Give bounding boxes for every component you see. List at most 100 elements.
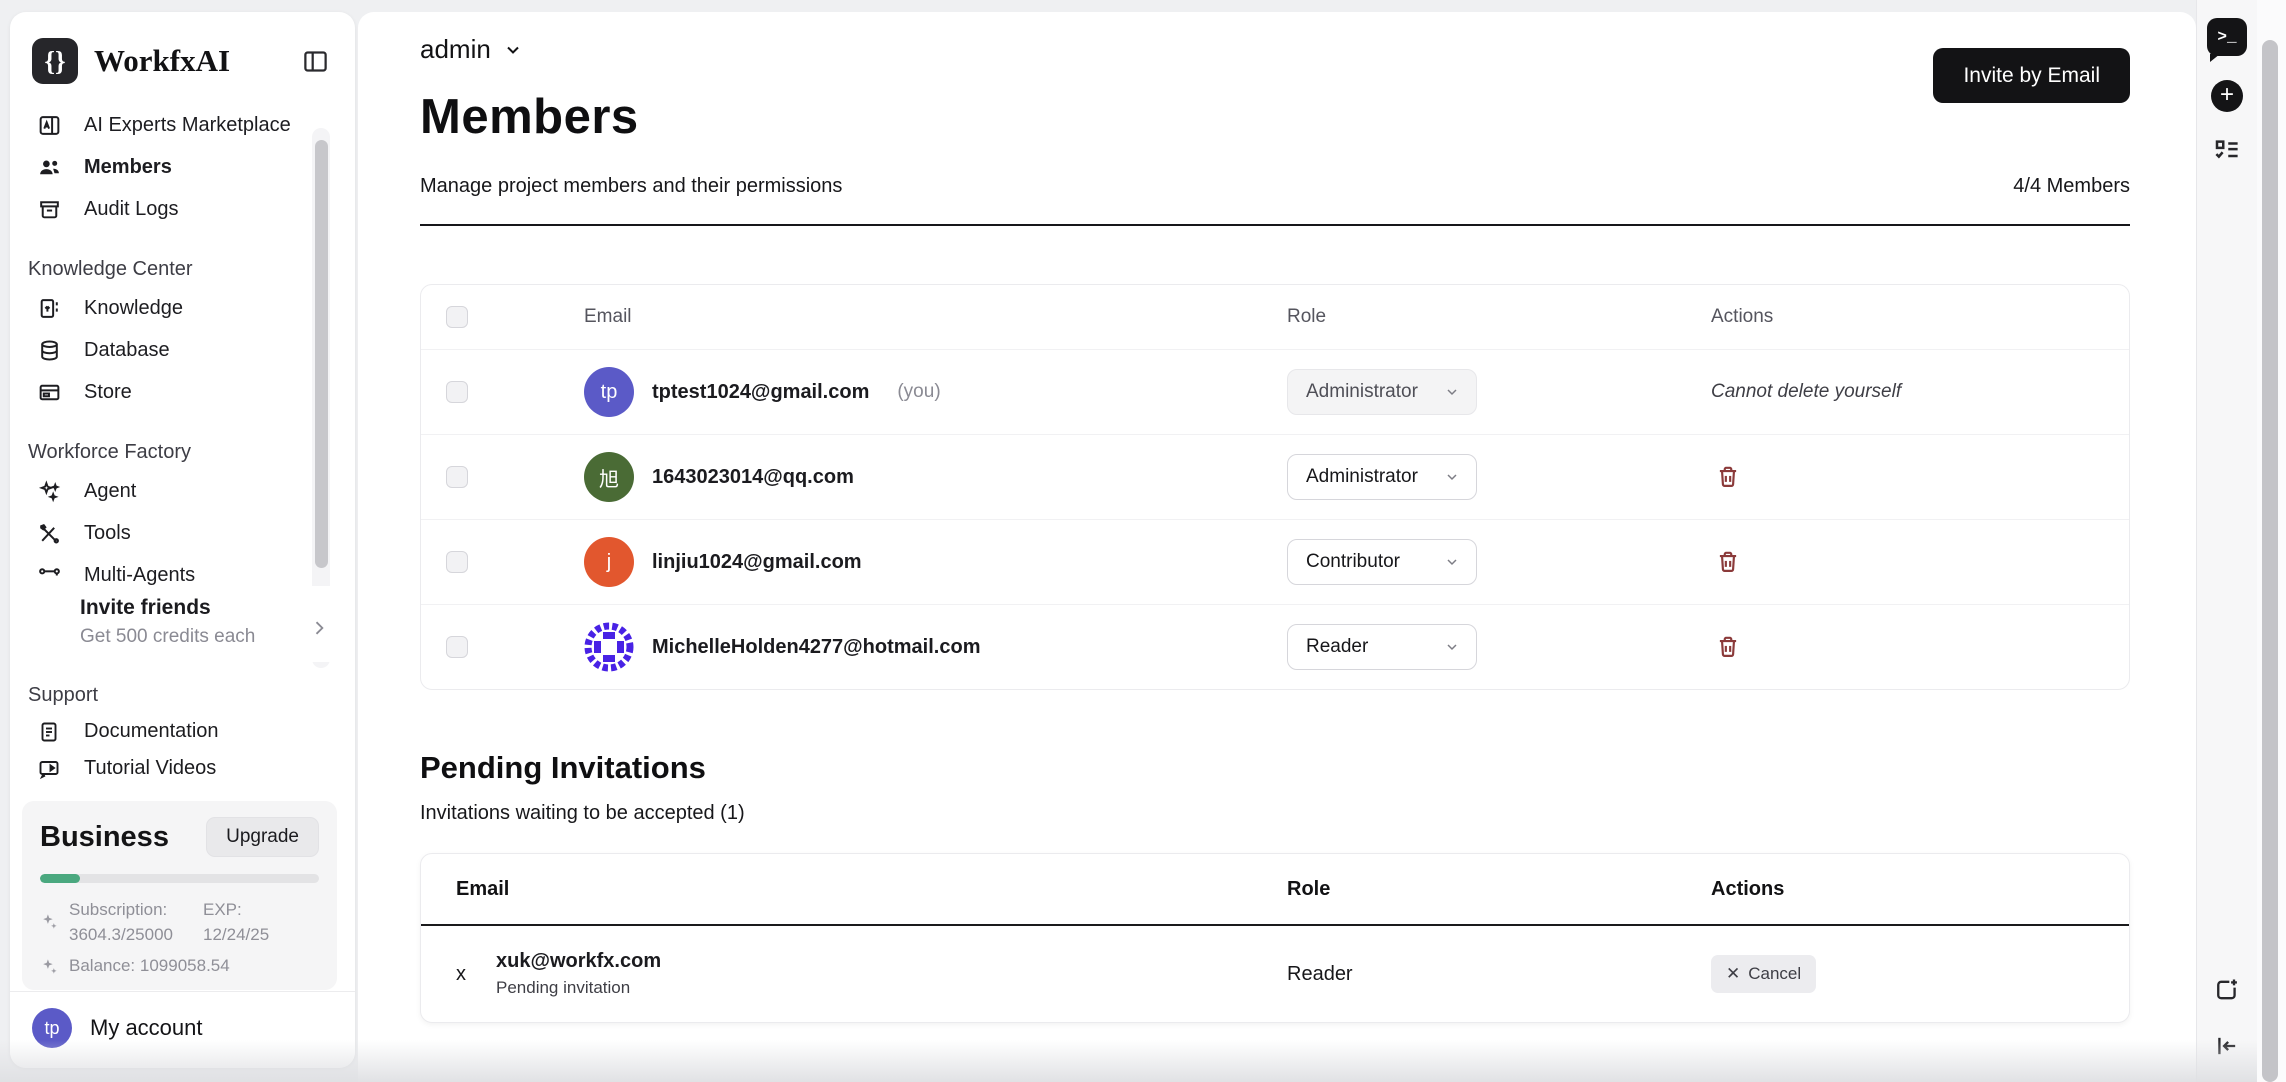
pending-role: Reader xyxy=(1287,963,1711,986)
app-logo-icon: {} xyxy=(32,38,78,84)
section-label-support: Support xyxy=(24,684,341,707)
account-avatar: tp xyxy=(32,1008,72,1048)
sparkle-icon xyxy=(40,957,59,976)
document-icon xyxy=(36,720,62,744)
plan-card: Business Upgrade Subscription:3604.3/250… xyxy=(22,801,337,990)
sidebar-item-agent[interactable]: Agent xyxy=(24,470,311,512)
pending-invitations-subtitle: Invitations waiting to be accepted (1) xyxy=(420,802,2130,825)
add-icon[interactable]: + xyxy=(2211,80,2243,112)
audit-logs-icon xyxy=(36,197,62,222)
sidebar-item-label: Multi-Agents xyxy=(84,564,195,587)
table-row: tp tptest1024@gmail.com (you) Administra… xyxy=(421,349,2129,434)
delete-member-button[interactable] xyxy=(1711,630,1745,664)
sidebar-item-label: Audit Logs xyxy=(84,198,179,221)
sidebar-collapse-icon[interactable] xyxy=(302,48,329,75)
chevron-down-icon xyxy=(1444,384,1460,400)
sidebar-item-label: Store xyxy=(84,381,132,404)
column-header-email: Email xyxy=(456,878,1287,901)
sidebar-nav: AI Experts Marketplace Members Audit Log… xyxy=(10,100,355,586)
project-switcher[interactable]: admin xyxy=(420,12,523,65)
logo-row: {} WorkfxAI xyxy=(10,12,355,100)
sidebar-item-label: Tools xyxy=(84,522,131,545)
members-table-header: Email Role Actions xyxy=(421,285,2129,349)
row-checkbox[interactable] xyxy=(446,466,468,488)
collapse-left-icon[interactable] xyxy=(2213,1032,2241,1060)
subscription-progress-fill xyxy=(40,874,80,883)
invite-by-email-button[interactable]: Invite by Email xyxy=(1933,48,2130,103)
store-icon xyxy=(36,380,62,405)
sidebar-item-database[interactable]: Database xyxy=(24,329,311,371)
upgrade-button[interactable]: Upgrade xyxy=(206,817,319,857)
knowledge-icon xyxy=(36,296,62,321)
section-label-workforce-factory: Workforce Factory xyxy=(24,441,311,464)
page-scrollbar[interactable] xyxy=(2257,0,2286,1082)
member-email: 1643023014@qq.com xyxy=(652,466,854,489)
page-title: Members xyxy=(420,89,2130,145)
chevron-down-icon xyxy=(503,40,523,60)
cannot-delete-note: Cannot delete yourself xyxy=(1711,381,1901,402)
members-icon xyxy=(36,155,62,180)
pending-table-header: Email Role Actions xyxy=(421,854,2129,926)
chevron-right-icon xyxy=(309,618,329,638)
multi-agents-icon xyxy=(36,563,62,587)
row-checkbox[interactable] xyxy=(446,551,468,573)
column-header-email: Email xyxy=(584,306,1287,328)
table-row: x xuk@workfx.com Pending invitation Read… xyxy=(421,926,2129,1022)
table-row: j linjiu1024@gmail.com Contributor xyxy=(421,519,2129,604)
section-label-knowledge-center: Knowledge Center xyxy=(24,258,311,281)
column-header-actions: Actions xyxy=(1711,306,2129,328)
sidebar-item-ai-experts-marketplace[interactable]: AI Experts Marketplace xyxy=(24,104,311,146)
cancel-invitation-button[interactable]: ✕ Cancel xyxy=(1711,955,1816,993)
terminal-chat-icon[interactable]: >_ xyxy=(2207,18,2247,56)
you-tag: (you) xyxy=(897,381,940,403)
role-select: Administrator xyxy=(1287,369,1477,415)
role-select[interactable]: Administrator xyxy=(1287,454,1477,500)
sidebar-item-knowledge[interactable]: Knowledge xyxy=(24,287,311,329)
project-name: admin xyxy=(420,34,491,65)
my-account-button[interactable]: tp My account xyxy=(10,991,355,1068)
invite-friends-banner[interactable]: Invite friends Get 500 credits each xyxy=(10,586,355,662)
row-checkbox[interactable] xyxy=(446,636,468,658)
sidebar-item-multi-agents[interactable]: Multi-Agents xyxy=(24,554,311,586)
sidebar: {} WorkfxAI AI Experts Marketplace Membe… xyxy=(10,12,355,1068)
select-all-checkbox[interactable] xyxy=(446,306,468,328)
member-email: linjiu1024@gmail.com xyxy=(652,551,862,574)
right-toolbar: >_ + xyxy=(2196,0,2257,1082)
balance-info: Balance: 1099058.54 xyxy=(40,956,319,976)
pending-email: xuk@workfx.com xyxy=(496,950,661,973)
sidebar-item-label: AI Experts Marketplace xyxy=(84,114,291,137)
tools-icon xyxy=(36,521,62,546)
members-count: 4/4 Members xyxy=(2013,175,2130,198)
page-scrollbar-thumb[interactable] xyxy=(2262,40,2278,1082)
sparkle-icon xyxy=(40,912,59,947)
role-select[interactable]: Contributor xyxy=(1287,539,1477,585)
chevron-down-icon xyxy=(1444,554,1460,570)
sidebar-item-store[interactable]: Store xyxy=(24,371,311,413)
sidebar-scrollbar-thumb[interactable] xyxy=(315,140,328,568)
pending-avatar-placeholder: x xyxy=(456,963,466,986)
delete-member-button[interactable] xyxy=(1711,545,1745,579)
delete-member-button[interactable] xyxy=(1711,460,1745,494)
avatar: j xyxy=(584,537,634,587)
task-list-icon[interactable] xyxy=(2212,136,2242,166)
pending-status: Pending invitation xyxy=(496,978,661,998)
sidebar-item-audit-logs[interactable]: Audit Logs xyxy=(24,188,311,230)
column-header-role: Role xyxy=(1287,306,1711,328)
app-title: WorkfxAI xyxy=(94,43,286,79)
sidebar-item-label: Tutorial Videos xyxy=(84,757,216,780)
role-select[interactable]: Reader xyxy=(1287,624,1477,670)
sidebar-item-documentation[interactable]: Documentation xyxy=(24,713,341,750)
expiration-info: EXP:12/24/25 xyxy=(203,898,269,947)
sidebar-item-label: Agent xyxy=(84,480,136,503)
avatar: tp xyxy=(584,367,634,417)
sidebar-item-tools[interactable]: Tools xyxy=(24,512,311,554)
subscription-info: Subscription:3604.3/25000 xyxy=(40,898,173,947)
main-content: admin Invite by Email Members Manage pro… xyxy=(358,12,2196,1082)
new-window-icon[interactable] xyxy=(2213,976,2241,1004)
member-email: tptest1024@gmail.com xyxy=(652,381,869,404)
sidebar-item-tutorial-videos[interactable]: Tutorial Videos xyxy=(24,750,341,787)
page-subtitle: Manage project members and their permiss… xyxy=(420,175,842,198)
row-checkbox[interactable] xyxy=(446,381,468,403)
sidebar-item-members[interactable]: Members xyxy=(24,146,311,188)
chevron-down-icon xyxy=(1444,469,1460,485)
